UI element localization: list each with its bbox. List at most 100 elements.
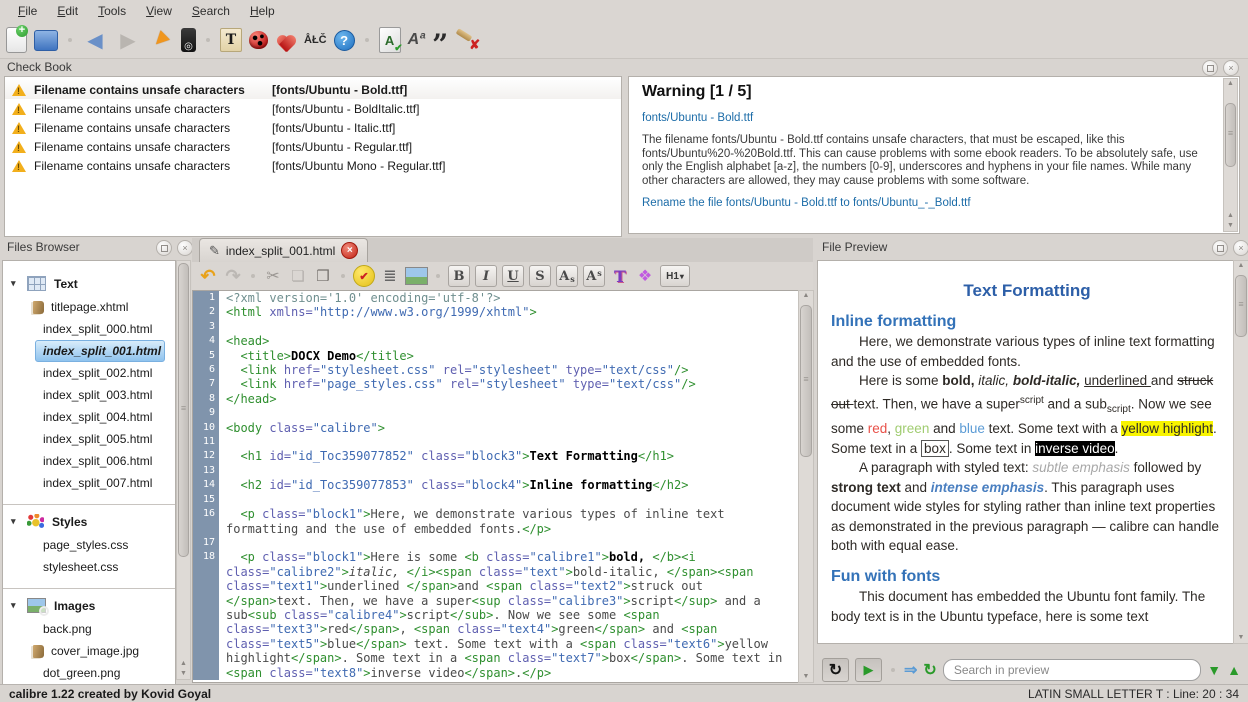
close-panel-icon[interactable]: × <box>1223 60 1239 76</box>
file-item[interactable]: index_split_000.html <box>3 318 175 340</box>
help-icon[interactable]: ? <box>334 30 355 51</box>
scroll-down-icon[interactable]: ▼ <box>1224 221 1237 231</box>
files-scrollbar[interactable]: ▼ ▲ <box>176 260 191 680</box>
heading-level-icon[interactable]: H1▾ <box>660 265 690 287</box>
code-line[interactable]: 2<html xmlns="http://www.w3.org/1999/xht… <box>193 305 799 319</box>
file-item[interactable]: titlepage.xhtml <box>3 296 175 318</box>
file-item[interactable]: cover_image.jpg <box>3 640 175 662</box>
code-line[interactable]: 9 <box>193 406 799 420</box>
sync-position-icon[interactable]: ⇒ <box>904 660 917 680</box>
device-icon[interactable]: ◎ <box>181 28 196 52</box>
paste-icon[interactable]: ❒ <box>313 266 333 286</box>
forward-icon[interactable]: ▶ <box>115 27 141 53</box>
redo-icon[interactable]: ↷ <box>223 266 243 286</box>
menu-edit[interactable]: Edit <box>47 1 88 21</box>
file-item[interactable]: page_styles.css <box>3 534 175 556</box>
undo-icon[interactable]: ↶ <box>198 266 218 286</box>
code-line[interactable]: 4<head> <box>193 334 799 348</box>
tab-close-icon[interactable]: × <box>341 242 358 259</box>
code-line[interactable]: 6 <link href="stylesheet.css" rel="style… <box>193 363 799 377</box>
background-color-icon[interactable]: ❖ <box>635 266 655 286</box>
code-line[interactable]: 18 <p class="block1">Here is some <b cla… <box>193 550 799 680</box>
warning-rename-link[interactable]: Rename the file fonts/Ubuntu - Bold.ttf … <box>642 197 1213 209</box>
chevron-down-icon[interactable]: ▾ <box>11 600 19 611</box>
detail-scrollbar[interactable]: ▲ ▼ ▲ <box>1223 78 1238 232</box>
insert-image-icon[interactable] <box>405 267 428 285</box>
check-book-icon[interactable] <box>249 31 268 49</box>
remove-unused-css-icon[interactable] <box>455 28 479 52</box>
code-line[interactable]: 5 <title>DOCX Demo</title> <box>193 349 799 363</box>
transform-case-icon[interactable]: Aª <box>408 27 425 53</box>
code-line[interactable]: 14 <h2 id="id_Toc359077853" class="block… <box>193 478 799 492</box>
live-preview-toggle-icon[interactable]: ▶ <box>855 658 882 682</box>
scrollbar-thumb[interactable] <box>1225 103 1236 167</box>
code-line[interactable]: 16 <p class="block1">Here, we demonstrat… <box>193 507 799 536</box>
scrollbar-thumb[interactable] <box>800 305 812 457</box>
scroll-down-icon[interactable]: ▼ <box>177 669 190 679</box>
file-item[interactable]: index_split_003.html <box>3 384 175 406</box>
superscript-icon[interactable]: As <box>583 265 605 287</box>
menu-tools[interactable]: Tools <box>88 1 136 21</box>
code-line[interactable]: 10<body class="calibre"> <box>193 421 799 435</box>
menu-view[interactable]: View <box>136 1 182 21</box>
file-item[interactable]: index_split_004.html <box>3 406 175 428</box>
section-header-styles[interactable]: ▾Styles <box>3 509 175 534</box>
cut-icon[interactable]: ✂ <box>263 266 283 286</box>
preview-scrollbar[interactable]: ▲ ▼ <box>1233 260 1248 644</box>
float-panel-icon[interactable] <box>1202 60 1218 76</box>
code-line[interactable]: 15 <box>193 493 799 507</box>
refresh-preview-icon[interactable]: ↻ <box>923 660 936 680</box>
donate-icon[interactable] <box>275 31 297 50</box>
file-item[interactable]: index_split_002.html <box>3 362 175 384</box>
code-line[interactable]: 1<?xml version='1.0' encoding='utf-8'?> <box>193 291 799 305</box>
file-item[interactable]: index_split_006.html <box>3 450 175 472</box>
new-file-icon[interactable] <box>6 27 27 53</box>
file-item[interactable]: back.png <box>3 618 175 640</box>
code-editor[interactable]: 1<?xml version='1.0' encoding='utf-8'?>2… <box>192 290 800 683</box>
scrollbar-thumb[interactable] <box>1235 275 1247 337</box>
warning-row[interactable]: Filename contains unsafe characters[font… <box>5 99 621 118</box>
file-item[interactable]: stylesheet.css <box>3 556 175 578</box>
font-color-icon[interactable]: T <box>610 266 630 286</box>
back-icon[interactable]: ◀ <box>82 27 108 53</box>
close-panel-icon[interactable]: × <box>177 240 193 256</box>
scroll-up-icon[interactable]: ▲ <box>177 659 190 669</box>
float-panel-icon[interactable] <box>1212 240 1228 256</box>
code-line[interactable]: 7 <link href="page_styles.css" rel="styl… <box>193 377 799 391</box>
warning-row[interactable]: Filename contains unsafe characters[font… <box>5 80 621 99</box>
save-icon[interactable] <box>34 30 58 51</box>
menu-file[interactable]: File <box>8 1 47 21</box>
scroll-up-icon[interactable]: ▲ <box>1234 261 1248 271</box>
warning-file-link[interactable]: fonts/Ubuntu - Bold.ttf <box>642 112 1213 124</box>
warning-row[interactable]: Filename contains unsafe characters[font… <box>5 137 621 156</box>
strikethrough-icon[interactable]: S <box>529 265 551 287</box>
scroll-down-icon[interactable]: ▼ <box>799 672 813 682</box>
manage-fonts-icon[interactable]: T <box>220 28 242 52</box>
file-item[interactable]: index_split_007.html <box>3 472 175 494</box>
smart-quotes-icon[interactable]: ” <box>432 22 448 58</box>
chevron-down-icon[interactable]: ▾ <box>11 516 19 527</box>
scroll-up-icon[interactable]: ▲ <box>1224 79 1237 89</box>
underline-icon[interactable]: U <box>502 265 524 287</box>
bold-icon[interactable]: B <box>448 265 470 287</box>
preview-search-input[interactable] <box>943 659 1201 681</box>
scroll-up2-icon[interactable]: ▲ <box>1224 211 1237 221</box>
beautify-icon[interactable]: ≣ <box>380 266 400 286</box>
spellcheck-icon[interactable]: A <box>379 27 401 53</box>
italic-icon[interactable]: I <box>475 265 497 287</box>
code-line[interactable]: 13 <box>193 464 799 478</box>
warning-row[interactable]: Filename contains unsafe characters[font… <box>5 118 621 137</box>
scroll-down-icon[interactable]: ▼ <box>1234 633 1248 643</box>
find-previous-icon[interactable]: ▲ <box>1227 662 1241 678</box>
code-line[interactable]: 11 <box>193 435 799 449</box>
menu-search[interactable]: Search <box>182 1 240 21</box>
find-next-icon[interactable]: ▼ <box>1207 662 1221 678</box>
special-characters-icon[interactable]: ÅŁČ <box>304 27 327 53</box>
warning-row[interactable]: Filename contains unsafe characters[font… <box>5 156 621 175</box>
auto-refresh-toggle-icon[interactable]: ↻ <box>822 658 849 682</box>
float-panel-icon[interactable] <box>156 240 172 256</box>
pin-icon[interactable]: ▶ <box>143 22 180 59</box>
copy-icon[interactable]: ❏ <box>288 266 308 286</box>
file-item[interactable]: index_split_001.html <box>35 340 165 362</box>
close-panel-icon[interactable]: × <box>1233 240 1248 256</box>
